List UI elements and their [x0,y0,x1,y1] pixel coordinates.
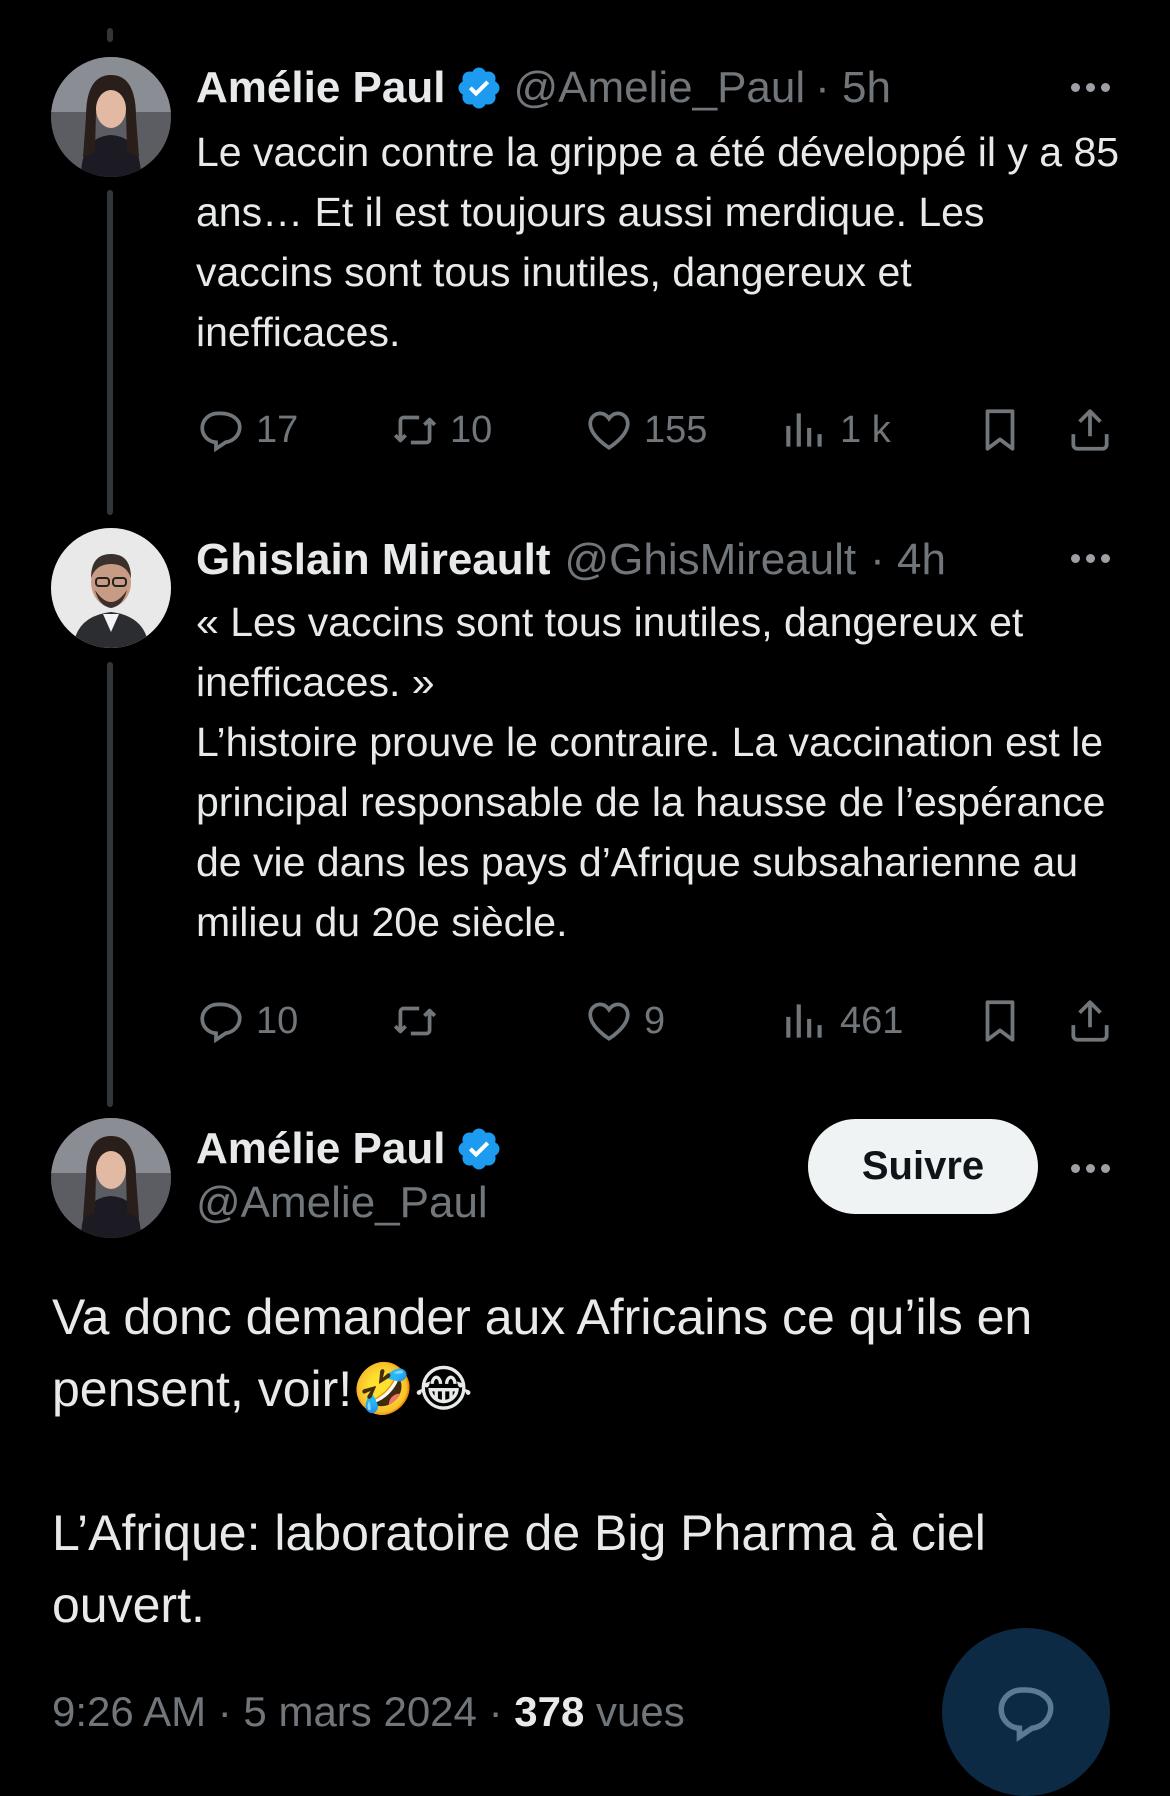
reply-icon [200,1002,242,1044]
more-options-icon[interactable] [1060,1153,1120,1183]
thread-line [107,662,113,1107]
avatar[interactable] [51,57,171,177]
analytics-icon [786,1004,822,1038]
more-options-icon[interactable] [1060,72,1120,102]
bookmark-icon [985,1000,1015,1042]
tweet-meta: 9:26 AM · 5 mars 2024 · 378 vues [52,1688,685,1736]
repost-button[interactable]: 10 [390,405,492,455]
main-tweet-header: Amélie Paul @Amelie_Paul [196,1118,503,1228]
follow-button[interactable]: Suivre [808,1119,1038,1214]
compose-reply-button[interactable] [942,1628,1110,1796]
more-options-icon[interactable] [1060,543,1120,573]
repost-button[interactable] [390,996,450,1046]
author-name[interactable]: Amélie Paul [196,63,445,113]
repost-count: 10 [450,408,493,451]
main-tweet-paragraph: L’Afrique: laboratoire de Big Pharma à c… [52,1505,986,1633]
reply-icon [200,411,242,453]
reply-bubble-icon [998,1687,1054,1742]
views-label: vues [595,1688,685,1735]
share-icon [1071,409,1109,451]
tweet-timestamp[interactable]: 9:26 AM [52,1688,206,1735]
tweet-text: « Les vaccins sont tous inutiles, danger… [196,599,1106,945]
view-count: 1 k [840,408,891,451]
analytics-icon [786,413,822,447]
reply-button[interactable]: 17 [196,405,298,455]
tweet-text: Le vaccin contre la grippe a été dévelop… [196,129,1120,355]
author-name[interactable]: Amélie Paul [196,1124,445,1174]
reply-button[interactable]: 10 [196,996,298,1046]
author-handle[interactable]: @GhisMireault [565,535,857,585]
like-button[interactable]: 155 [584,405,707,455]
heart-icon [588,411,630,450]
author-handle[interactable]: @Amelie_Paul [196,1178,503,1228]
like-count: 155 [644,408,708,451]
bookmark-button[interactable] [975,996,1025,1046]
avatar[interactable] [51,1118,171,1238]
main-tweet-paragraph: Va donc demander aux Africains ce qu’ils… [52,1289,1033,1417]
reply-count: 17 [256,408,299,451]
share-button[interactable] [1065,996,1115,1046]
tweet-date[interactable]: · 5 mars 2024 · [218,1688,503,1735]
bookmark-button[interactable] [975,405,1025,455]
verified-badge-icon [455,64,503,112]
like-count: 9 [644,999,666,1042]
verified-badge-icon [455,1125,503,1173]
share-button[interactable] [1065,405,1115,455]
thread-line [107,190,113,515]
view-count: 461 [840,999,904,1042]
heart-icon [588,1002,630,1041]
tweet-time[interactable]: · 4h [870,535,946,585]
reply-count: 10 [256,999,299,1042]
views-button[interactable]: 1 k [780,405,891,455]
repost-icon [393,415,437,445]
views-button[interactable]: 461 [780,996,903,1046]
tweet-header: Ghislain Mireault @GhisMireault · 4h [196,530,946,590]
bookmark-icon [985,409,1015,451]
author-handle[interactable]: @Amelie_Paul [513,63,805,113]
like-button[interactable]: 9 [584,996,665,1046]
share-icon [1071,1000,1109,1042]
tweet-header: Amélie Paul @Amelie_Paul · 5h [196,58,891,118]
views-count: 378 [514,1688,585,1735]
avatar[interactable] [51,528,171,648]
repost-icon [393,1006,437,1036]
tweet-time[interactable]: · 5h [815,63,891,113]
author-name[interactable]: Ghislain Mireault [196,535,551,585]
thread-line [107,28,113,42]
